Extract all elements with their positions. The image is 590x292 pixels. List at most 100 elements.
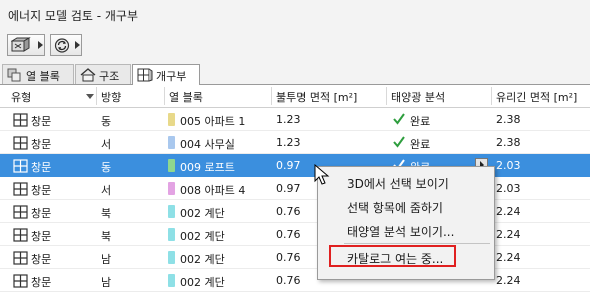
menu-item-label: 선택 항목에 줌하기 bbox=[347, 201, 443, 215]
thermal-block-cell: 005 아파트 1 bbox=[180, 115, 246, 128]
column-divider[interactable] bbox=[386, 87, 387, 105]
window-icon bbox=[13, 251, 28, 265]
type-cell: 창문 bbox=[31, 253, 52, 266]
column-header-type[interactable]: 유형 bbox=[11, 89, 31, 105]
type-cell: 창문 bbox=[31, 161, 52, 174]
block-color-swatch bbox=[168, 113, 175, 126]
model-view-button[interactable] bbox=[7, 34, 45, 56]
glazing-area-cell: 2.24 bbox=[496, 205, 521, 218]
glazing-area-cell: 2.24 bbox=[496, 251, 521, 264]
block-color-swatch bbox=[168, 205, 175, 218]
orientation-cell: 서 bbox=[101, 184, 112, 197]
orientation-cell: 남 bbox=[101, 253, 112, 266]
block-color-swatch bbox=[168, 136, 175, 149]
context-menu: 3D에서 선택 보이기 선택 항목에 줌하기 태양열 분석 보이기... 카탈로… bbox=[317, 166, 495, 280]
refresh-icon bbox=[54, 38, 70, 53]
tab-thermal-blocks[interactable]: 열 블록 bbox=[2, 64, 74, 84]
checkmark-icon bbox=[393, 136, 405, 148]
block-color-swatch bbox=[168, 274, 175, 287]
opaque-area-cell: 1.23 bbox=[276, 136, 301, 149]
block-color-swatch bbox=[168, 182, 175, 195]
type-cell: 창문 bbox=[31, 115, 52, 128]
column-divider[interactable] bbox=[271, 87, 272, 105]
thermal-block-cell: 002 계단 bbox=[180, 253, 225, 266]
column-header-orientation[interactable]: 방향 bbox=[101, 89, 121, 105]
table-header: 유형 방향 열 블록 불투명 면적 [m²] 태양광 분석 유리긴 면적 [m²… bbox=[0, 85, 590, 108]
column-header-solar-analysis[interactable]: 태양광 분석 bbox=[391, 89, 445, 105]
sort-arrow-icon bbox=[86, 94, 94, 99]
title-bar: 에너지 모델 검토 - 개구부 bbox=[0, 0, 590, 28]
opaque-area-cell: 0.76 bbox=[276, 205, 301, 218]
tab-openings[interactable]: 개구부 bbox=[132, 64, 200, 85]
glazing-area-cell: 2.38 bbox=[496, 136, 521, 149]
dropdown-arrow-icon bbox=[75, 41, 80, 49]
table-row[interactable]: 창문 서 008 아파트 4 0.97 2.03 bbox=[0, 177, 590, 200]
menu-item-zoom-to-selection[interactable]: 선택 항목에 줌하기 bbox=[319, 196, 493, 216]
table-row[interactable]: 창문 북 002 계단 0.76 2.24 bbox=[0, 223, 590, 246]
tab-label: 개구부 bbox=[156, 70, 187, 83]
thermal-block-cell: 002 계단 bbox=[180, 276, 225, 289]
thermal-block-cell: 004 사무실 bbox=[180, 138, 235, 151]
orientation-cell: 남 bbox=[101, 276, 112, 289]
menu-item-label: 태양열 분석 보이기... bbox=[347, 225, 455, 239]
glazing-area-cell: 2.24 bbox=[496, 274, 521, 287]
table-row[interactable]: 창문 북 002 계단 0.76 2.24 bbox=[0, 200, 590, 223]
table-row[interactable]: 창문 남 002 계단 0.76 2.24 bbox=[0, 246, 590, 269]
block-color-swatch bbox=[168, 159, 175, 172]
glazing-area-cell: 2.38 bbox=[496, 113, 521, 126]
thermal-block-cell: 002 계단 bbox=[180, 207, 225, 220]
menu-item-show-solar-analysis[interactable]: 태양열 분석 보이기... bbox=[319, 220, 493, 240]
toolbar bbox=[0, 28, 590, 63]
type-cell: 창문 bbox=[31, 276, 52, 289]
opaque-area-cell: 0.76 bbox=[276, 228, 301, 241]
table-row[interactable]: 창문 서 004 사무실 1.23 완료 2.38 bbox=[0, 131, 590, 154]
opaque-area-cell: 0.97 bbox=[276, 182, 301, 195]
menu-item-label: 3D에서 선택 보이기 bbox=[347, 177, 449, 191]
column-divider[interactable] bbox=[491, 87, 492, 105]
solar-status-cell: 완료 bbox=[410, 138, 431, 151]
house-icon bbox=[80, 68, 96, 82]
orientation-cell: 동 bbox=[101, 161, 112, 174]
orientation-cell: 동 bbox=[101, 115, 112, 128]
type-cell: 창문 bbox=[31, 184, 52, 197]
highlight-box bbox=[329, 245, 456, 267]
column-divider[interactable] bbox=[96, 87, 97, 105]
orientation-cell: 서 bbox=[101, 138, 112, 151]
window-icon bbox=[13, 182, 28, 196]
orientation-cell: 북 bbox=[101, 207, 112, 220]
column-divider[interactable] bbox=[164, 87, 165, 105]
menu-item-show-selection-3d[interactable]: 3D에서 선택 보이기 bbox=[319, 172, 493, 192]
orientation-cell: 북 bbox=[101, 230, 112, 243]
column-header-thermal-block[interactable]: 열 블록 bbox=[169, 89, 203, 105]
opening-icon bbox=[137, 68, 153, 82]
checkmark-icon bbox=[393, 113, 405, 125]
window-icon bbox=[13, 113, 28, 127]
tab-label: 열 블록 bbox=[26, 70, 60, 83]
thermal-block-cell: 002 계단 bbox=[180, 230, 225, 243]
window-icon bbox=[13, 205, 28, 219]
type-cell: 창문 bbox=[31, 207, 52, 220]
column-header-glazing-area[interactable]: 유리긴 면적 [m²] bbox=[496, 89, 577, 105]
window-title: 에너지 모델 검토 - 개구부 bbox=[8, 9, 138, 23]
menu-separator bbox=[344, 243, 490, 244]
glazing-area-cell: 2.24 bbox=[496, 228, 521, 241]
column-header-opaque-area[interactable]: 불투명 면적 [m²] bbox=[276, 89, 357, 105]
thermal-block-cell: 009 로프트 bbox=[180, 161, 235, 174]
table-row[interactable]: 창문 남 002 계단 0.76 2.24 bbox=[0, 269, 590, 292]
mouse-cursor-icon bbox=[314, 164, 330, 185]
thermal-block-cell: 008 아파트 4 bbox=[180, 184, 246, 197]
opaque-area-cell: 1.23 bbox=[276, 113, 301, 126]
thermal-block-icon bbox=[7, 68, 21, 82]
opaque-area-cell: 0.76 bbox=[276, 274, 301, 287]
tab-label: 구조 bbox=[99, 70, 120, 83]
glazing-area-cell: 2.03 bbox=[496, 159, 521, 172]
tab-bar: 열 블록 구조 개구부 bbox=[0, 62, 590, 85]
window-icon bbox=[13, 274, 28, 288]
table-row[interactable]: 창문 동 005 아파트 1 1.23 완료 2.38 bbox=[0, 108, 590, 131]
tab-structure[interactable]: 구조 bbox=[75, 64, 131, 84]
table-row[interactable]: 창문동009 로프트0.97완료2.03 bbox=[0, 154, 590, 177]
solar-status-cell: 완료 bbox=[410, 115, 431, 128]
glazing-area-cell: 2.03 bbox=[496, 182, 521, 195]
opaque-area-cell: 0.97 bbox=[276, 159, 301, 172]
refresh-button[interactable] bbox=[50, 34, 82, 56]
